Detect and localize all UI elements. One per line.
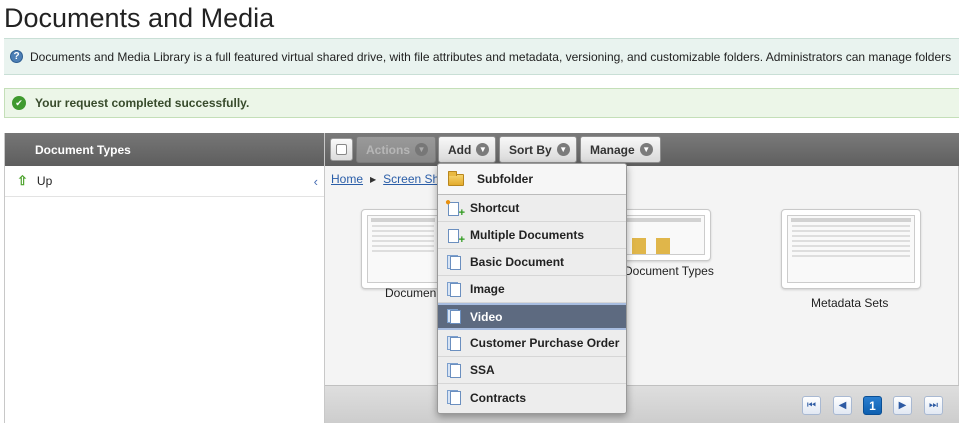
current-page-button[interactable]: 1 bbox=[863, 396, 882, 415]
add-label: Add bbox=[448, 142, 472, 157]
up-arrow-icon: ⇧ bbox=[17, 173, 28, 188]
info-text: Documents and Media Library is a full fe… bbox=[30, 49, 952, 64]
last-page-icon[interactable]: ⏭ bbox=[924, 396, 943, 415]
menu-item-label: Multiple Documents bbox=[470, 228, 585, 242]
previous-page-icon[interactable]: ◀ bbox=[833, 396, 852, 415]
page-title: Documents and Media bbox=[4, 3, 275, 33]
add-menu-item-customer-purchase-order[interactable]: Customer Purchase Order bbox=[438, 330, 626, 357]
menu-item-label: Basic Document bbox=[470, 255, 565, 269]
sidebar-item-up[interactable]: ⇧ Up ‹ bbox=[5, 166, 324, 197]
add-menu: Subfolder ● + Shortcut + Multiple Documen… bbox=[437, 163, 627, 414]
info-message: ? Documents and Media Library is a full … bbox=[4, 38, 959, 75]
menu-item-label: Image bbox=[470, 282, 505, 296]
document-types-thumbnail[interactable] bbox=[615, 209, 711, 261]
breadcrumb-current[interactable]: Screen Sh bbox=[383, 172, 439, 186]
add-menu-item-ssa[interactable]: SSA bbox=[438, 357, 626, 384]
document-icon bbox=[447, 390, 461, 405]
check-icon: ✔ bbox=[12, 96, 26, 110]
breadcrumb: Home ▶ Screen Sh bbox=[331, 172, 439, 186]
document-icon bbox=[447, 254, 461, 270]
success-text: Your request completed successfully. bbox=[35, 96, 250, 110]
breadcrumb-separator-icon: ▶ bbox=[370, 174, 377, 184]
toolbar: Actions ▼ Add ▼ Sort By ▼ Manage ▼ bbox=[325, 133, 959, 166]
add-menu-item-shortcut[interactable]: ● + Shortcut bbox=[438, 195, 626, 222]
next-page-icon[interactable]: ▶ bbox=[893, 396, 912, 415]
chevron-down-icon: ▼ bbox=[639, 143, 653, 156]
add-menu-item-subfolder[interactable]: Subfolder bbox=[438, 164, 626, 195]
document-types-sidebar: Document Types ⇧ Up ‹ bbox=[4, 133, 325, 423]
add-documents-icon: + bbox=[447, 228, 465, 245]
menu-item-label: Subfolder bbox=[477, 172, 533, 186]
document-thumbnail[interactable] bbox=[361, 209, 445, 289]
sidebar-item-label: Up bbox=[36, 174, 53, 188]
chevron-down-icon: ▼ bbox=[476, 143, 490, 156]
add-menu-item-video[interactable]: Video bbox=[438, 303, 626, 330]
menu-item-label: Contracts bbox=[470, 390, 527, 405]
menu-item-label: SSA bbox=[470, 363, 495, 377]
add-menu-item-basic-document[interactable]: Basic Document bbox=[438, 249, 626, 276]
thumbnail-label[interactable]: Documen bbox=[385, 286, 436, 300]
manage-button[interactable]: Manage ▼ bbox=[580, 136, 661, 163]
add-menu-item-multiple-documents[interactable]: + Multiple Documents bbox=[438, 222, 626, 249]
chevron-down-icon: ▼ bbox=[415, 143, 429, 156]
thumbnail-preview bbox=[621, 215, 705, 255]
thumbnail-label[interactable]: Metadata Sets bbox=[811, 296, 888, 310]
metadata-sets-thumbnail[interactable] bbox=[781, 209, 921, 289]
actions-button[interactable]: Actions ▼ bbox=[356, 136, 436, 163]
add-menu-item-image[interactable]: Image bbox=[438, 276, 626, 303]
sort-by-button[interactable]: Sort By ▼ bbox=[499, 136, 577, 163]
sidebar-header: Document Types bbox=[5, 133, 324, 166]
add-menu-item-contracts[interactable]: Contracts bbox=[438, 384, 626, 411]
menu-item-label: Customer Purchase Order bbox=[470, 336, 620, 350]
menu-item-label: Shortcut bbox=[470, 201, 520, 215]
document-icon bbox=[447, 362, 461, 378]
breadcrumb-home[interactable]: Home bbox=[331, 172, 363, 186]
chevron-down-icon: ▼ bbox=[556, 143, 570, 156]
select-all-checkbox[interactable] bbox=[330, 138, 353, 161]
collapse-sidebar-icon[interactable]: ‹ bbox=[314, 174, 318, 189]
add-button[interactable]: Add ▼ bbox=[438, 136, 496, 163]
success-message: ✔ Your request completed successfully. bbox=[4, 88, 959, 118]
thumbnail-label[interactable]: Document Types bbox=[624, 264, 714, 278]
help-icon: ? bbox=[10, 50, 23, 63]
sort-label: Sort By bbox=[509, 142, 552, 157]
folder-icon bbox=[448, 170, 464, 187]
document-icon bbox=[447, 281, 461, 297]
thumbnail-preview bbox=[787, 215, 915, 283]
thumbnail-preview bbox=[367, 215, 439, 283]
manage-label: Manage bbox=[590, 142, 635, 157]
document-icon bbox=[447, 335, 461, 351]
pagination-bar: ⏮ ◀ 1 ▶ ⏭ bbox=[325, 385, 959, 423]
shortcut-icon: ● + bbox=[445, 196, 465, 219]
actions-label: Actions bbox=[366, 142, 411, 157]
documents-panel: Actions ▼ Add ▼ Sort By ▼ Manage ▼ Home … bbox=[325, 133, 959, 423]
document-icon bbox=[447, 309, 461, 324]
menu-item-label: Video bbox=[470, 309, 503, 324]
first-page-icon[interactable]: ⏮ bbox=[802, 396, 821, 415]
